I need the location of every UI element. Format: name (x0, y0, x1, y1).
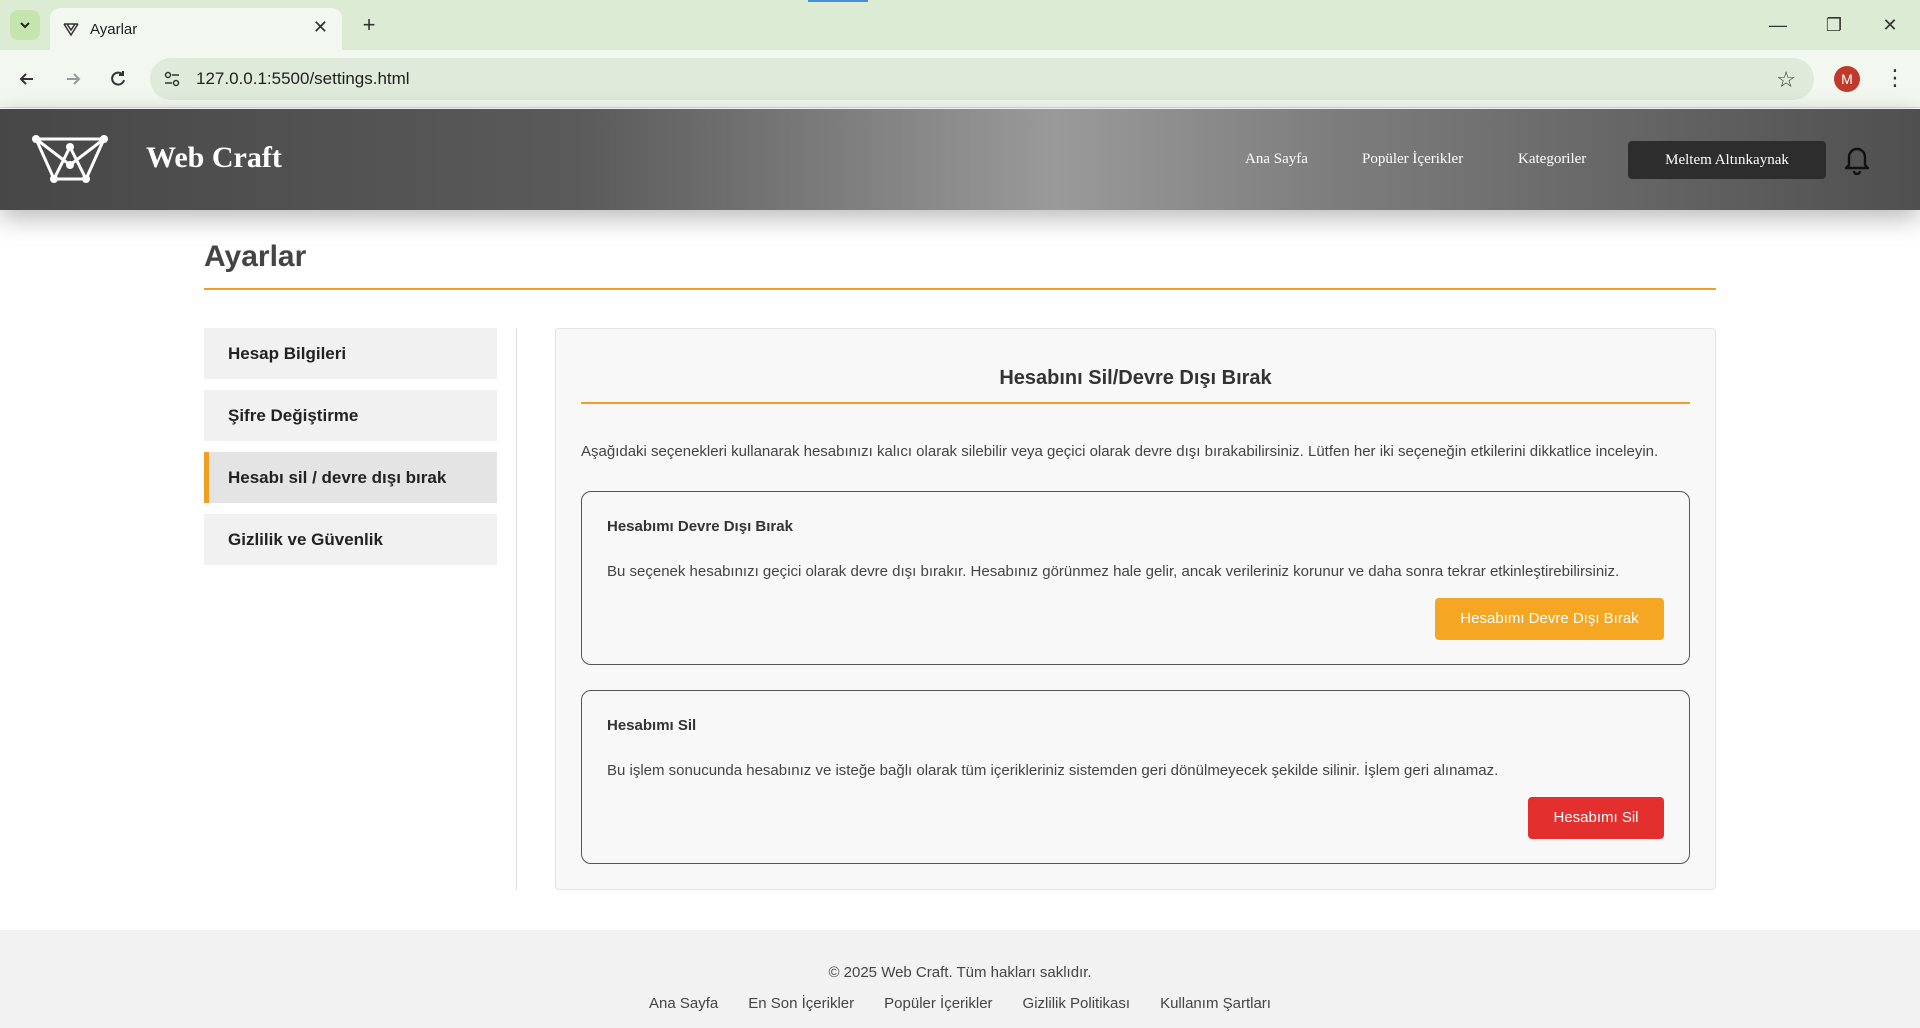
delete-account-button[interactable]: Hesabımı Sil (1528, 797, 1664, 839)
tab-close-icon[interactable]: ✕ (313, 17, 328, 38)
title-divider (204, 288, 1716, 290)
bookmark-star-icon[interactable]: ☆ (1776, 67, 1796, 93)
nav-categories-link[interactable]: Kategoriler (1518, 151, 1586, 168)
delete-account-panel: Hesabını Sil/Devre Dışı Bırak Aşağıdaki … (555, 328, 1716, 890)
browser-toolbar: 127.0.0.1:5500/settings.html ☆ M ⋮ (0, 50, 1920, 108)
delete-text: Bu işlem sonucunda hesabınız ve isteğe b… (607, 762, 1499, 779)
sidebar-item-account-info[interactable]: Hesap Bilgileri (204, 328, 497, 379)
tab-search-button[interactable] (10, 10, 40, 40)
footer-copyright: © 2025 Web Craft. Tüm hakları saklıdır. (828, 964, 1092, 981)
profile-avatar[interactable]: M (1834, 66, 1860, 92)
sidebar-item-delete-account[interactable]: Hesabı sil / devre dışı bırak (204, 452, 497, 503)
footer-link-privacy[interactable]: Gizlilik Politikası (1023, 995, 1131, 1012)
footer-link-latest[interactable]: En Son İçerikler (748, 995, 854, 1012)
notification-bell-icon[interactable] (1842, 143, 1872, 175)
panel-description: Aşağıdaki seçenekleri kullanarak hesabın… (581, 443, 1659, 460)
site-footer: © 2025 Web Craft. Tüm hakları saklıdır. … (0, 930, 1920, 1028)
web-craft-logo-icon[interactable] (32, 135, 108, 183)
url-text: 127.0.0.1:5500/settings.html (196, 69, 410, 88)
footer-link-popular[interactable]: Popüler İçerikler (884, 995, 992, 1012)
reload-icon (111, 71, 125, 86)
user-menu-button[interactable]: Meltem Altınkaynak (1628, 141, 1826, 179)
panel-divider (581, 402, 1690, 404)
browser-tabstrip: Ayarlar ✕ + — ❐ ✕ (0, 0, 1920, 50)
panel-title: Hesabını Sil/Devre Dışı Bırak (999, 367, 1272, 389)
close-window-icon[interactable]: ✕ (1870, 10, 1910, 40)
nav-home-link[interactable]: Ana Sayfa (1245, 151, 1308, 168)
nav-popular-link[interactable]: Popüler İçerikler (1362, 151, 1463, 168)
chevron-down-icon (20, 22, 30, 29)
deactivate-text: Bu seçenek hesabınızı geçici olarak devr… (607, 563, 1620, 580)
reload-button[interactable] (103, 64, 133, 94)
deactivate-title: Hesabımı Devre Dışı Bırak (607, 518, 793, 535)
forward-button[interactable] (58, 64, 88, 94)
site-info-icon[interactable] (162, 69, 182, 89)
restore-icon[interactable]: ❐ (1814, 10, 1854, 40)
new-tab-button[interactable]: + (354, 10, 384, 40)
site-favicon-icon (63, 23, 79, 37)
browser-tab-active[interactable]: Ayarlar ✕ (50, 8, 342, 50)
arrow-left-icon (19, 73, 33, 85)
arrow-right-icon (67, 73, 81, 85)
address-bar[interactable]: 127.0.0.1:5500/settings.html ☆ (150, 58, 1814, 100)
sidebar-item-privacy-security[interactable]: Gizlilik ve Güvenlik (204, 514, 497, 565)
deactivate-account-button[interactable]: Hesabımı Devre Dışı Bırak (1435, 598, 1664, 640)
footer-link-home[interactable]: Ana Sayfa (649, 995, 718, 1012)
site-brand[interactable]: Web Craft (146, 141, 282, 175)
footer-link-terms[interactable]: Kullanım Şartları (1160, 995, 1271, 1012)
footer-links: Ana Sayfa En Son İçerikler Popüler İçeri… (0, 995, 1920, 1012)
browser-menu-icon[interactable]: ⋮ (1880, 62, 1910, 94)
minimize-icon[interactable]: — (1758, 10, 1798, 40)
page-title: Ayarlar (204, 240, 307, 273)
back-button[interactable] (12, 64, 42, 94)
tab-loading-indicator (808, 0, 868, 2)
tab-title: Ayarlar (90, 21, 138, 38)
sidebar-divider (516, 328, 517, 890)
site-header: Web Craft Ana Sayfa Popüler İçerikler Ka… (0, 109, 1920, 210)
delete-title: Hesabımı Sil (607, 717, 697, 734)
deactivate-card: Hesabımı Devre Dışı Bırak Bu seçenek hes… (581, 491, 1690, 665)
delete-card: Hesabımı Sil Bu işlem sonucunda hesabını… (581, 690, 1690, 864)
sidebar-item-change-password[interactable]: Şifre Değiştirme (204, 390, 497, 441)
